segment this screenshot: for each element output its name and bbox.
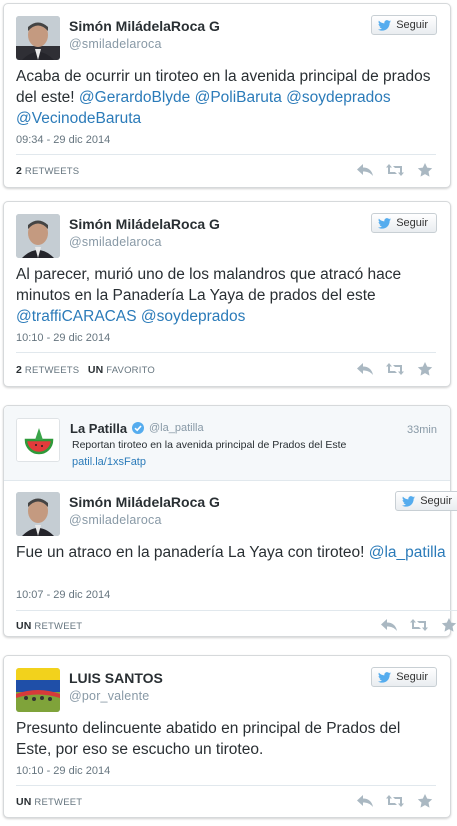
tweet-actions [356, 163, 434, 177]
verified-badge-icon [132, 422, 144, 434]
tweet-stats: UN RETWEET [16, 796, 82, 808]
reply-icon[interactable] [356, 362, 374, 376]
retweet-label: RETWEET [34, 797, 83, 808]
follow-button[interactable]: Seguir [371, 213, 437, 233]
retweet-count[interactable]: UN [16, 620, 32, 632]
retweet-count[interactable]: 2 [16, 165, 22, 177]
twitter-bird-icon [378, 19, 392, 31]
quoted-author-name[interactable]: La Patilla [70, 421, 127, 436]
tweet-text: Presunto delincuente abatido en principa… [16, 718, 434, 760]
quoted-link[interactable]: patil.la/1xsFatp [72, 456, 146, 468]
quoted-text: Reportan tiroteo en la avenida principal… [72, 439, 347, 451]
divider [16, 785, 436, 786]
tweet-stats: 2 RETWEETS [16, 165, 79, 177]
tweet-actions [380, 618, 457, 632]
retweet-label: RETWEETS [24, 166, 80, 177]
author-handle[interactable]: @smiladelaroca [69, 513, 162, 527]
mention-link[interactable]: @PoliBaruta [195, 89, 282, 106]
tweet-actions [356, 362, 434, 376]
follow-label: Seguir [396, 671, 428, 683]
tweet-timestamp[interactable]: 10:10 - 29 dic 2014 [16, 332, 110, 344]
reply-icon[interactable] [356, 794, 374, 808]
mention-link[interactable]: @soydeprados [286, 89, 391, 106]
favorite-star-icon[interactable] [416, 362, 434, 376]
tweet-text: Acaba de ocurrir un tiroteo en la avenid… [16, 66, 434, 129]
retweet-label: RETWEETS [24, 365, 80, 376]
author-name[interactable]: Simón MiládelaRoca G [69, 494, 220, 510]
retweet-icon[interactable] [386, 163, 404, 177]
retweet-count[interactable]: 2 [16, 364, 22, 376]
tweet-stats: UN RETWEET [16, 620, 82, 632]
favorite-star-icon[interactable] [416, 794, 434, 808]
mention-link[interactable]: @VecinodeBaruta [16, 110, 141, 127]
mention-link[interactable]: @soydeprados [141, 308, 246, 325]
tweet-card: Simón MiládelaRoca G @smiladelaroca Segu… [3, 3, 451, 188]
author-name[interactable]: Simón MiládelaRoca G [69, 18, 220, 34]
twitter-bird-icon [378, 217, 392, 229]
avatar[interactable] [16, 214, 60, 258]
favorite-star-icon[interactable] [440, 618, 457, 632]
la-patilla-avatar[interactable] [16, 418, 60, 462]
tweet-card: La Patilla @la_patilla 33min Reportan ti… [3, 405, 457, 637]
quoted-tweet[interactable]: La Patilla @la_patilla 33min Reportan ti… [4, 406, 450, 481]
quoted-time[interactable]: 33min [407, 424, 437, 436]
avatar[interactable] [16, 16, 60, 60]
tweet-card: LUIS SANTOS @por_valente Seguir Presunto… [3, 655, 451, 818]
reply-icon[interactable] [380, 618, 398, 632]
avatar[interactable] [16, 668, 60, 712]
avatar[interactable] [16, 492, 60, 536]
mention-link[interactable]: @la_patilla [369, 544, 446, 561]
tweet-text: Fue un atraco en la panadería La Yaya co… [16, 542, 457, 563]
favorite-count[interactable]: UN [88, 364, 104, 376]
author-handle[interactable]: @smiladelaroca [69, 235, 162, 249]
follow-label: Seguir [396, 217, 428, 229]
tweet-timestamp[interactable]: 10:07 - 29 dic 2014 [16, 589, 110, 601]
follow-button[interactable]: Seguir [371, 15, 437, 35]
favorite-star-icon[interactable] [416, 163, 434, 177]
tweet-actions [356, 794, 434, 808]
twitter-bird-icon [402, 495, 416, 507]
retweet-icon[interactable] [386, 794, 404, 808]
tweet-text-segment: Al parecer, murió uno de los malandros q… [16, 266, 402, 304]
favorite-label: FAVORITO [106, 365, 155, 376]
mention-link[interactable]: @GerardoBlyde [79, 89, 190, 106]
tweet: Simón MiládelaRoca G @smiladelaroca Segu… [4, 480, 457, 638]
twitter-bird-icon [378, 671, 392, 683]
retweet-icon[interactable] [410, 618, 428, 632]
tweet-text-segment: Presunto delincuente abatido en principa… [16, 720, 401, 758]
tweet-timestamp[interactable]: 10:10 - 29 dic 2014 [16, 765, 110, 777]
author-name[interactable]: Simón MiládelaRoca G [69, 216, 220, 232]
quoted-author-handle[interactable]: @la_patilla [149, 422, 204, 434]
follow-button[interactable]: Seguir [371, 667, 437, 687]
retweet-label: RETWEET [34, 621, 83, 632]
follow-label: Seguir [396, 19, 428, 31]
reply-icon[interactable] [356, 163, 374, 177]
tweet-text-segment: Fue un atraco en la panadería La Yaya co… [16, 544, 369, 561]
divider [16, 154, 436, 155]
author-name[interactable]: LUIS SANTOS [69, 670, 163, 686]
retweet-icon[interactable] [386, 362, 404, 376]
tweet-timestamp[interactable]: 09:34 - 29 dic 2014 [16, 134, 110, 146]
author-handle[interactable]: @por_valente [69, 689, 149, 703]
mention-link[interactable]: @traffiCARACAS [16, 308, 137, 325]
author-handle[interactable]: @smiladelaroca [69, 37, 162, 51]
follow-button[interactable]: Seguir [395, 491, 457, 511]
follow-label: Seguir [420, 495, 452, 507]
divider [16, 610, 457, 611]
divider [16, 352, 436, 353]
retweet-count[interactable]: UN [16, 796, 32, 808]
tweet-card: Simón MiládelaRoca G @smiladelaroca Segu… [3, 201, 451, 387]
tweet-stats: 2 RETWEETS UN FAVORITO [16, 364, 155, 376]
tweet-text: Al parecer, murió uno de los malandros q… [16, 264, 434, 327]
